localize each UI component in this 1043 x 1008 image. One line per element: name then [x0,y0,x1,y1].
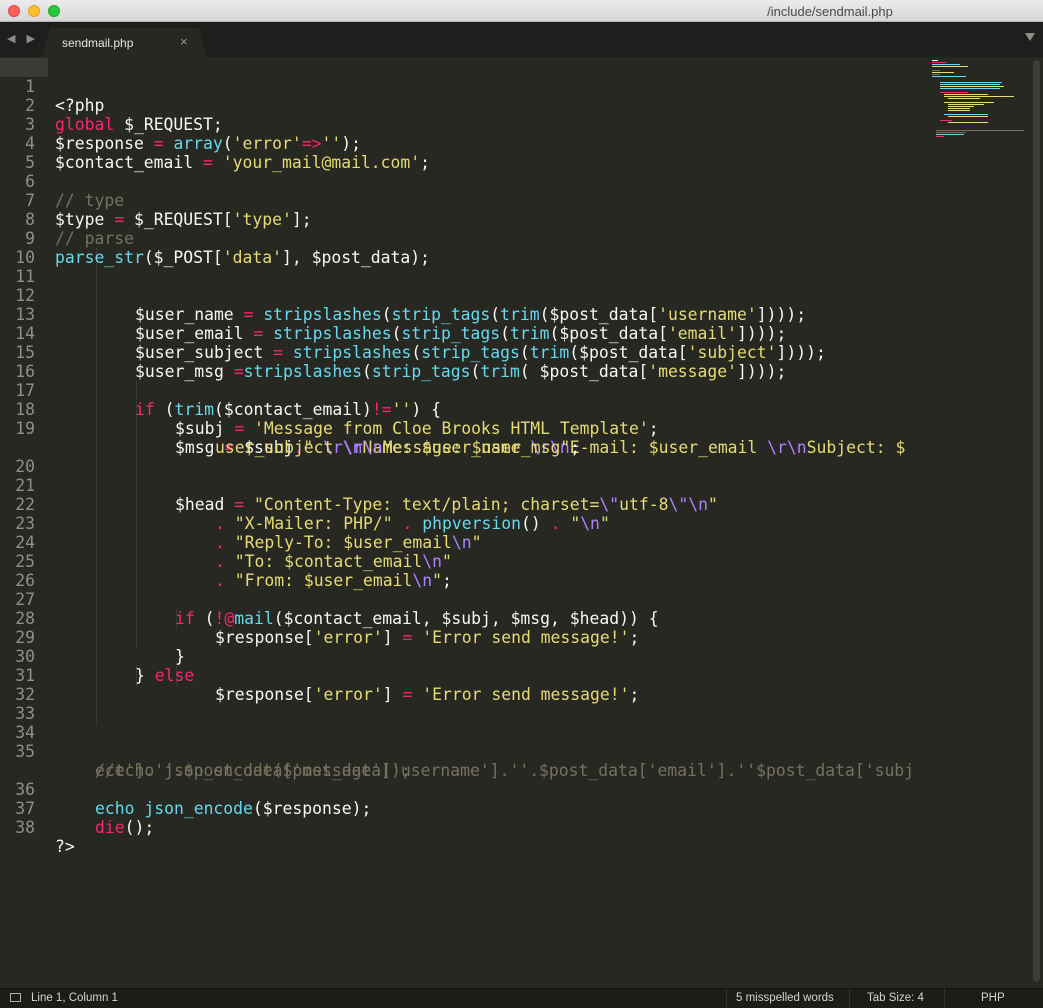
status-divider [944,989,945,1008]
minimap-line [948,116,988,117]
minimap-line [940,86,1004,87]
minimize-window-button[interactable] [28,5,40,17]
code-line: 2 global $_REQUEST; [0,77,1043,134]
code-line: 20 [0,438,1043,476]
chevron-down-icon[interactable] [1025,33,1035,41]
minimap-line [936,136,944,137]
tab-bar: ◀ ▶ sendmail.php × [0,22,1043,57]
minimap-line [936,134,964,135]
code-line: 38 ?> [0,799,1043,856]
code-line-wrap: user_subject \r\nMessage: $user_msg"; [0,419,1043,457]
code-line: 9 parse_str($_POST['data'], $post_data); [0,210,1043,267]
vertical-scrollbar[interactable] [1033,60,1040,982]
code-line: 14 $user_subject = stripslashes(strip_ta… [0,305,1043,362]
code-line: 25 . "From: $user_email\n"; [0,533,1043,590]
minimap-line [944,114,988,115]
title-bar: /include/sendmail.php [0,0,1043,22]
code-line: 35 //echo json_encode($post_data['userna… [0,723,1043,780]
code-line: 24 . "To: $contact_email\n" [0,514,1043,571]
code-token: (); [124,818,155,837]
code-line: 30 } else [0,628,1043,685]
code-token: ?> [55,837,75,856]
code-line: 16 [0,343,1043,381]
spelling-status[interactable]: 5 misspelled words [736,992,834,1004]
status-divider [726,989,727,1008]
code-line: 19 $msg = $subj." \r\nName: $user_name \… [0,400,1043,457]
tab-nav-arrows-icon[interactable]: ◀ ▶ [7,32,39,45]
minimap-line [944,96,1014,97]
code-line: 11 [0,248,1043,286]
minimap-line [932,70,940,71]
code-line: 33 [0,685,1043,723]
code-line: 29 } [0,609,1043,666]
status-bar: Line 1, Column 1 5 misspelled words Tab … [0,988,1043,1008]
code-line: 5 [0,134,1043,172]
minimap-line [932,74,940,75]
code-line: 12 $user_name = stripslashes(strip_tags(… [0,267,1043,324]
minimap-line [948,106,974,107]
code-line: 28 $response['error'] = 'Error send mess… [0,590,1043,647]
code-line: 32 [0,666,1043,704]
panel-toggle-icon[interactable] [10,993,21,1002]
code-line: 31 $response['error'] = 'Error send mess… [0,647,1043,704]
close-icon[interactable]: × [180,34,188,49]
minimap-line [948,110,970,111]
minimap[interactable] [930,59,1030,139]
cursor-position: Line 1, Column 1 [31,992,118,1004]
maximize-window-button[interactable] [48,5,60,17]
minimap-line [940,84,1000,85]
minimap-line [932,64,960,65]
code-line: 18 $subj = 'Message from Cloe Brooks HTM… [0,381,1043,438]
code-line: 34 [0,704,1043,742]
code-line-wrap: ect'].''.$post_data['message']); [0,742,1043,780]
code-line: 3 $response = array('error'=>''); [0,96,1043,153]
code-line: 22 . "X-Mailer: PHP/" . phpversion() . "… [0,476,1043,533]
code-line: 27 if (!@mail($contact_email, $subj, $ms… [0,571,1043,628]
tab-size-selector[interactable]: Tab Size: 4 [867,992,924,1004]
tab-label: sendmail.php [62,36,134,50]
minimap-line [948,122,988,123]
minimap-line [944,102,994,103]
code-token: die [95,818,125,837]
status-divider [849,989,850,1008]
code-line: 8 // parse [0,191,1043,248]
minimap-line [948,104,984,105]
minimap-line [948,98,980,99]
close-window-button[interactable] [8,5,20,17]
minimap-line [932,66,968,67]
minimap-line [948,108,970,109]
code-line: 23 . "Reply-To: $user_email\n" [0,495,1043,552]
window-title: /include/sendmail.php [767,4,893,19]
code-line: 13 $user_email = stripslashes(strip_tags… [0,286,1043,343]
minimap-line [940,92,968,93]
code-editor[interactable]: 1 <?php 2 global $_REQUEST; 3 $response … [0,57,1043,988]
minimap-line [936,130,1024,131]
minimap-line [932,62,946,63]
minimap-line [944,94,988,95]
minimap-line [932,72,954,73]
code-line: 37 die(); [0,780,1043,837]
code-line: 4 $contact_email = 'your_mail@mail.com'; [0,115,1043,172]
code-line: 7 $type = $_REQUEST['type']; [0,172,1043,229]
code-line: 10 [0,229,1043,267]
tab-sendmail[interactable]: sendmail.php × [42,28,207,57]
minimap-line [940,82,1002,83]
minimap-line [940,120,952,121]
code-line: 6 // type [0,153,1043,210]
code-line: 15 $user_msg =stripslashes(strip_tags(tr… [0,324,1043,381]
minimap-line [932,60,938,61]
code-line: 1 <?php [0,58,1043,115]
minimap-line [940,88,1000,89]
code-line: 17 if (trim($contact_email)!='') { [0,362,1043,419]
code-line: 21 $head = "Content-Type: text/plain; ch… [0,457,1043,514]
line-number: 38 [15,818,35,837]
minimap-line [932,76,966,77]
code-line: 36 echo json_encode($response); [0,761,1043,818]
syntax-selector[interactable]: PHP [981,992,1005,1004]
minimap-line [936,132,966,133]
code-line: 26 [0,552,1043,590]
